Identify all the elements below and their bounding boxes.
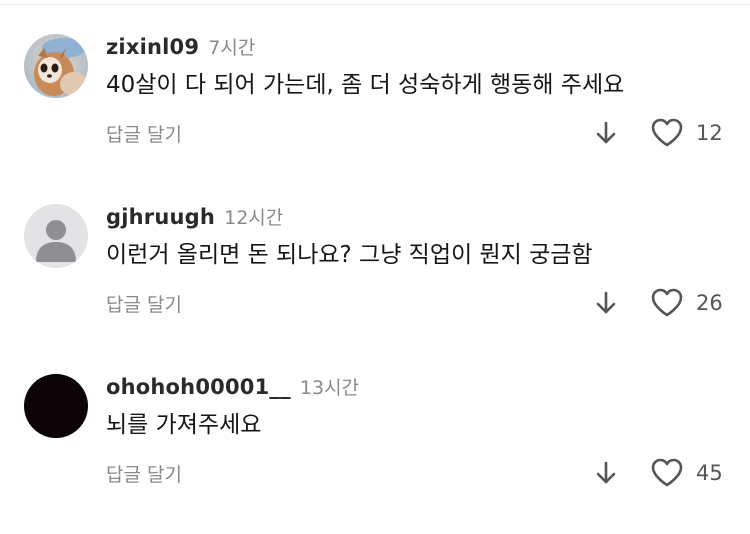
- username[interactable]: gjhruugh: [106, 205, 215, 229]
- reply-button[interactable]: 답글 달기: [106, 290, 182, 317]
- comment-text: 40살이 다 되어 가는데, 좀 더 성숙하게 행동해 주세요: [106, 72, 625, 98]
- timestamp: 12시간: [224, 207, 284, 229]
- comment-text: 이런거 올리면 돈 되나요? 그냥 직업이 뭔지 궁금함: [106, 242, 593, 268]
- reply-button[interactable]: 답글 달기: [106, 460, 182, 487]
- username[interactable]: zixinl09: [106, 35, 199, 59]
- top-divider: [0, 4, 750, 5]
- like-count: 12: [696, 121, 723, 145]
- heart-outline-icon[interactable]: [650, 287, 684, 319]
- comment-text: 뇌를 가져주세요: [106, 412, 262, 438]
- comment-actions: 26: [594, 286, 724, 320]
- heart-outline-icon[interactable]: [650, 117, 684, 149]
- arrow-down-icon[interactable]: [594, 289, 618, 317]
- comment-item: zixinl09 7시간 40살이 다 되어 가는데, 좀 더 성숙하게 행동해…: [0, 34, 750, 194]
- heart-outline-icon[interactable]: [650, 457, 684, 489]
- photo-avatar-image: [24, 34, 88, 98]
- timestamp: 7시간: [208, 37, 256, 59]
- comment-actions: 45: [594, 456, 724, 490]
- avatar[interactable]: [24, 204, 88, 268]
- comment-item: ohohoh00001__ 13시간 뇌를 가져주세요 답글 달기 45: [0, 374, 750, 534]
- arrow-down-icon[interactable]: [594, 119, 618, 147]
- avatar[interactable]: [24, 374, 88, 438]
- reply-button[interactable]: 답글 달기: [106, 120, 182, 147]
- username[interactable]: ohohoh00001__: [106, 375, 291, 399]
- black-avatar-image: [24, 374, 88, 438]
- timestamp: 13시간: [299, 377, 360, 399]
- arrow-down-icon[interactable]: [594, 459, 618, 487]
- comment-actions: 12: [594, 116, 724, 150]
- default-avatar-image: [24, 204, 88, 268]
- like-count: 45: [696, 461, 723, 485]
- avatar[interactable]: [24, 34, 88, 98]
- comment-item: gjhruugh 12시간 이런거 올리면 돈 되나요? 그냥 직업이 뭔지 궁…: [0, 204, 750, 364]
- like-count: 26: [696, 291, 723, 315]
